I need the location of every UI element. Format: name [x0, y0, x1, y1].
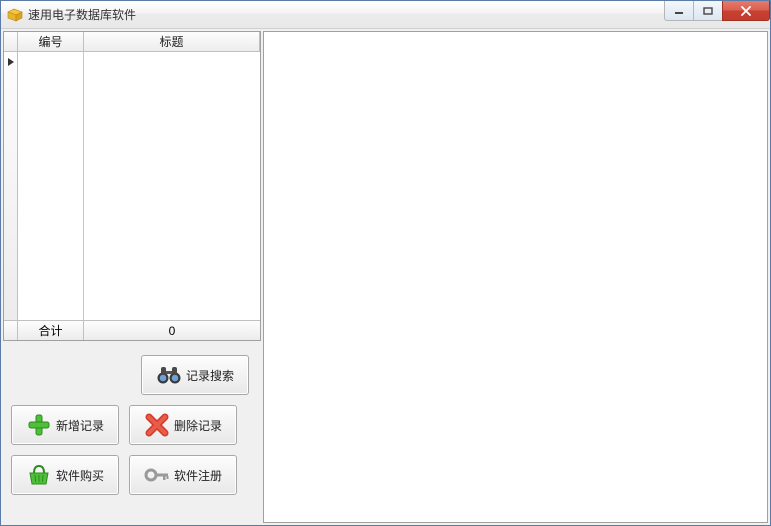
data-grid[interactable]: 编号 标题 合计 0 — [3, 31, 261, 341]
grid-header: 编号 标题 — [4, 32, 260, 52]
grid-header-indicator[interactable] — [4, 32, 18, 52]
window-controls — [665, 1, 770, 21]
grid-footer-count: 0 — [84, 321, 260, 340]
client-area: 编号 标题 合计 0 — [1, 29, 770, 525]
titlebar[interactable]: 速用电子数据库软件 — [1, 1, 770, 29]
window-title: 速用电子数据库软件 — [28, 6, 136, 23]
app-icon — [7, 7, 23, 23]
delete-record-button[interactable]: 删除记录 — [129, 405, 237, 445]
grid-footer: 合计 0 — [4, 320, 260, 340]
left-pane: 编号 标题 合计 0 — [3, 31, 261, 523]
register-software-button[interactable]: 软件注册 — [129, 455, 237, 495]
binoculars-icon — [156, 362, 182, 388]
grid-body[interactable] — [4, 52, 260, 320]
maximize-button[interactable] — [693, 1, 723, 21]
plus-icon — [26, 412, 52, 438]
buy-software-button[interactable]: 软件购买 — [11, 455, 119, 495]
delete-button-label: 删除记录 — [174, 417, 222, 434]
basket-icon — [26, 462, 52, 488]
grid-footer-label: 合计 — [18, 321, 84, 340]
buy-button-label: 软件购买 — [56, 467, 104, 484]
add-button-label: 新增记录 — [56, 417, 104, 434]
button-area: 记录搜索 新增记录 — [3, 341, 261, 523]
current-row-indicator-icon — [5, 53, 17, 71]
key-icon — [144, 462, 170, 488]
x-icon — [144, 412, 170, 438]
grid-header-id[interactable]: 编号 — [18, 32, 84, 52]
search-button-label: 记录搜索 — [186, 367, 234, 384]
content-pane[interactable] — [263, 31, 768, 523]
minimize-button[interactable] — [664, 1, 694, 21]
add-record-button[interactable]: 新增记录 — [11, 405, 119, 445]
search-records-button[interactable]: 记录搜索 — [141, 355, 249, 395]
grid-header-title[interactable]: 标题 — [84, 32, 260, 52]
app-window: 速用电子数据库软件 编号 标题 — [0, 0, 771, 526]
close-button[interactable] — [722, 1, 770, 21]
register-button-label: 软件注册 — [174, 467, 222, 484]
